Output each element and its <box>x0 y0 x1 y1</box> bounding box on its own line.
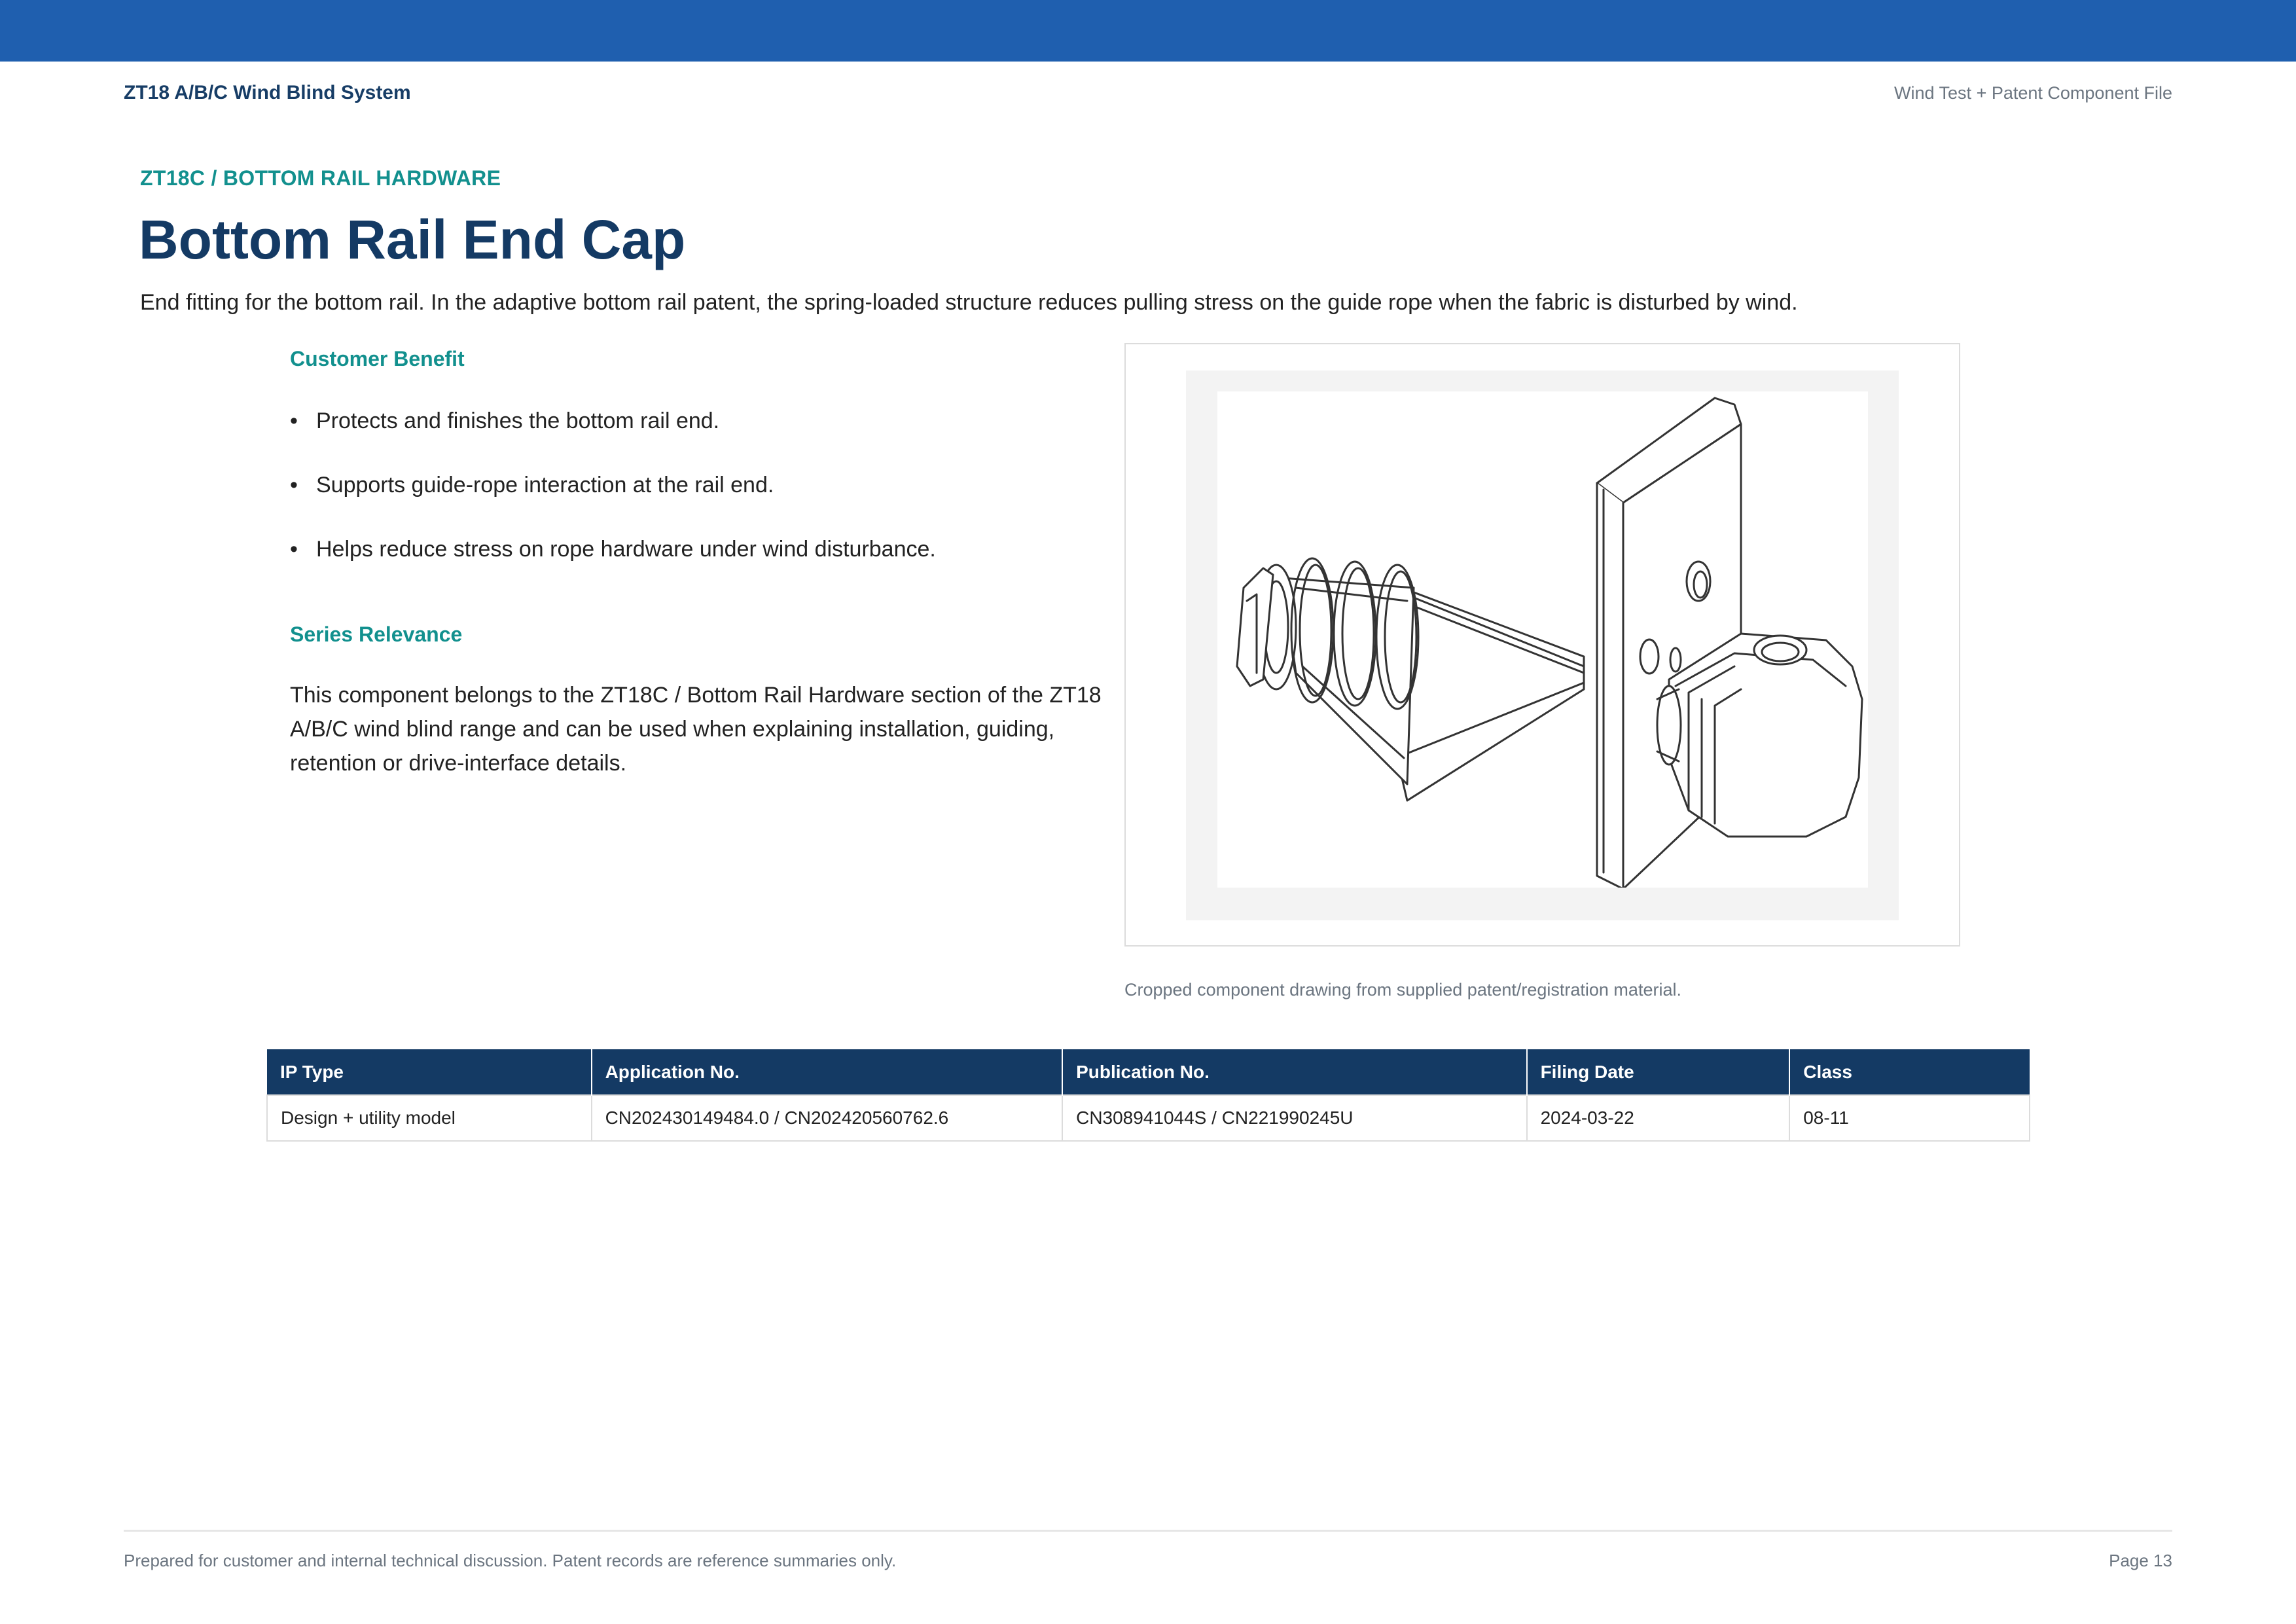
page-number: Page 13 <box>2109 1551 2172 1570</box>
top-banner <box>0 0 2296 62</box>
table-row: Design + utility model CN202430149484.0 … <box>266 1094 2030 1142</box>
footer-note: Prepared for customer and internal techn… <box>124 1551 897 1570</box>
document-header-subtitle: Wind Test + Patent Component File <box>1894 83 2172 103</box>
column-header-application-no: Application No. <box>591 1049 1064 1095</box>
series-relevance-text: This component belongs to the ZT18C / Bo… <box>290 683 1102 776</box>
cell-class: 08-11 <box>1789 1094 2030 1142</box>
component-drawing-background <box>1186 370 1899 920</box>
end-cap-line-drawing <box>1236 397 1863 888</box>
bullet-icon: • <box>290 537 298 562</box>
benefit-item: • Supports guide-rope interaction at the … <box>290 467 1075 531</box>
benefit-item: • Helps reduce stress on rope hardware un… <box>290 531 1075 595</box>
benefit-item-text: Helps reduce stress on rope hardware und… <box>316 537 936 562</box>
document-header-title: ZT18 A/B/C Wind Blind System <box>124 82 411 103</box>
cell-publication-no: CN308941044S / CN221990245U <box>1062 1094 1528 1142</box>
column-header-publication-no: Publication No. <box>1062 1049 1528 1095</box>
table-header-row: IP Type Application No. Publication No. … <box>267 1049 2030 1095</box>
cell-ip-type: Design + utility model <box>266 1094 592 1142</box>
ip-record-table: IP Type Application No. Publication No. … <box>266 1049 2030 1142</box>
figure-caption: Cropped component drawing from supplied … <box>1124 980 1681 1000</box>
bullet-icon: • <box>290 408 298 433</box>
benefit-item-text: Protects and finishes the bottom rail en… <box>316 408 720 433</box>
customer-benefit-heading: Customer Benefit <box>290 347 465 370</box>
page-title: Bottom Rail End Cap <box>139 209 686 270</box>
cell-application-no: CN202430149484.0 / CN202420560762.6 <box>590 1094 1064 1142</box>
benefit-item: • Protects and finishes the bottom rail e… <box>290 403 1075 467</box>
footer-divider <box>124 1530 2172 1532</box>
bullet-icon: • <box>290 473 298 497</box>
cell-filing-date: 2024-03-22 <box>1526 1094 1791 1142</box>
component-drawing-frame <box>1124 343 1960 947</box>
column-header-filing-date: Filing Date <box>1526 1049 1791 1095</box>
component-drawing <box>1217 391 1868 888</box>
section-kicker: ZT18C / BOTTOM RAIL HARDWARE <box>140 166 501 190</box>
intro-text: End fitting for the bottom rail. In the … <box>140 290 1798 315</box>
benefit-list: • Protects and finishes the bottom rail e… <box>290 403 1075 595</box>
column-header-ip-type: IP Type <box>267 1049 592 1095</box>
column-header-class: Class <box>1789 1049 2030 1095</box>
benefit-item-text: Supports guide-rope interaction at the r… <box>316 473 774 497</box>
series-relevance-heading: Series Relevance <box>290 623 463 646</box>
